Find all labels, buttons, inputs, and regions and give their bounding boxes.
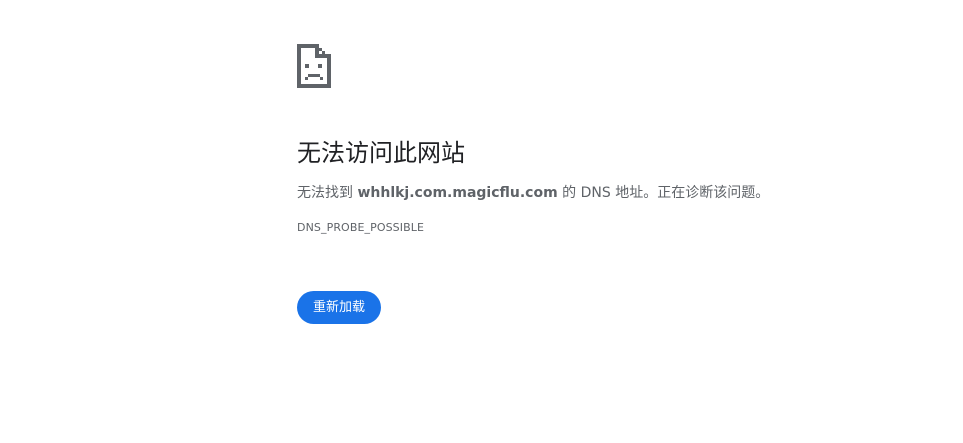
summary-prefix: 无法找到 [297, 185, 358, 201]
error-code: DNS_PROBE_POSSIBLE [297, 221, 425, 234]
reload-button[interactable]: 重新加载 [297, 291, 382, 324]
page-title: 无法访问此网站 [297, 139, 465, 167]
host-name: whhlkj.com.magicflu.com [357, 185, 558, 201]
summary-suffix: 的 DNS 地址。正在诊断该问题。 [557, 185, 770, 201]
error-content: 无法访问此网站 无法找到 whhlkj.com.magicflu.com 的 D… [297, 44, 897, 236]
error-summary: 无法找到 whhlkj.com.magicflu.com 的 DNS 地址。正在… [297, 183, 897, 203]
error-page: 无法访问此网站 无法找到 whhlkj.com.magicflu.com 的 D… [0, 0, 963, 443]
sad-page-icon [297, 44, 897, 88]
